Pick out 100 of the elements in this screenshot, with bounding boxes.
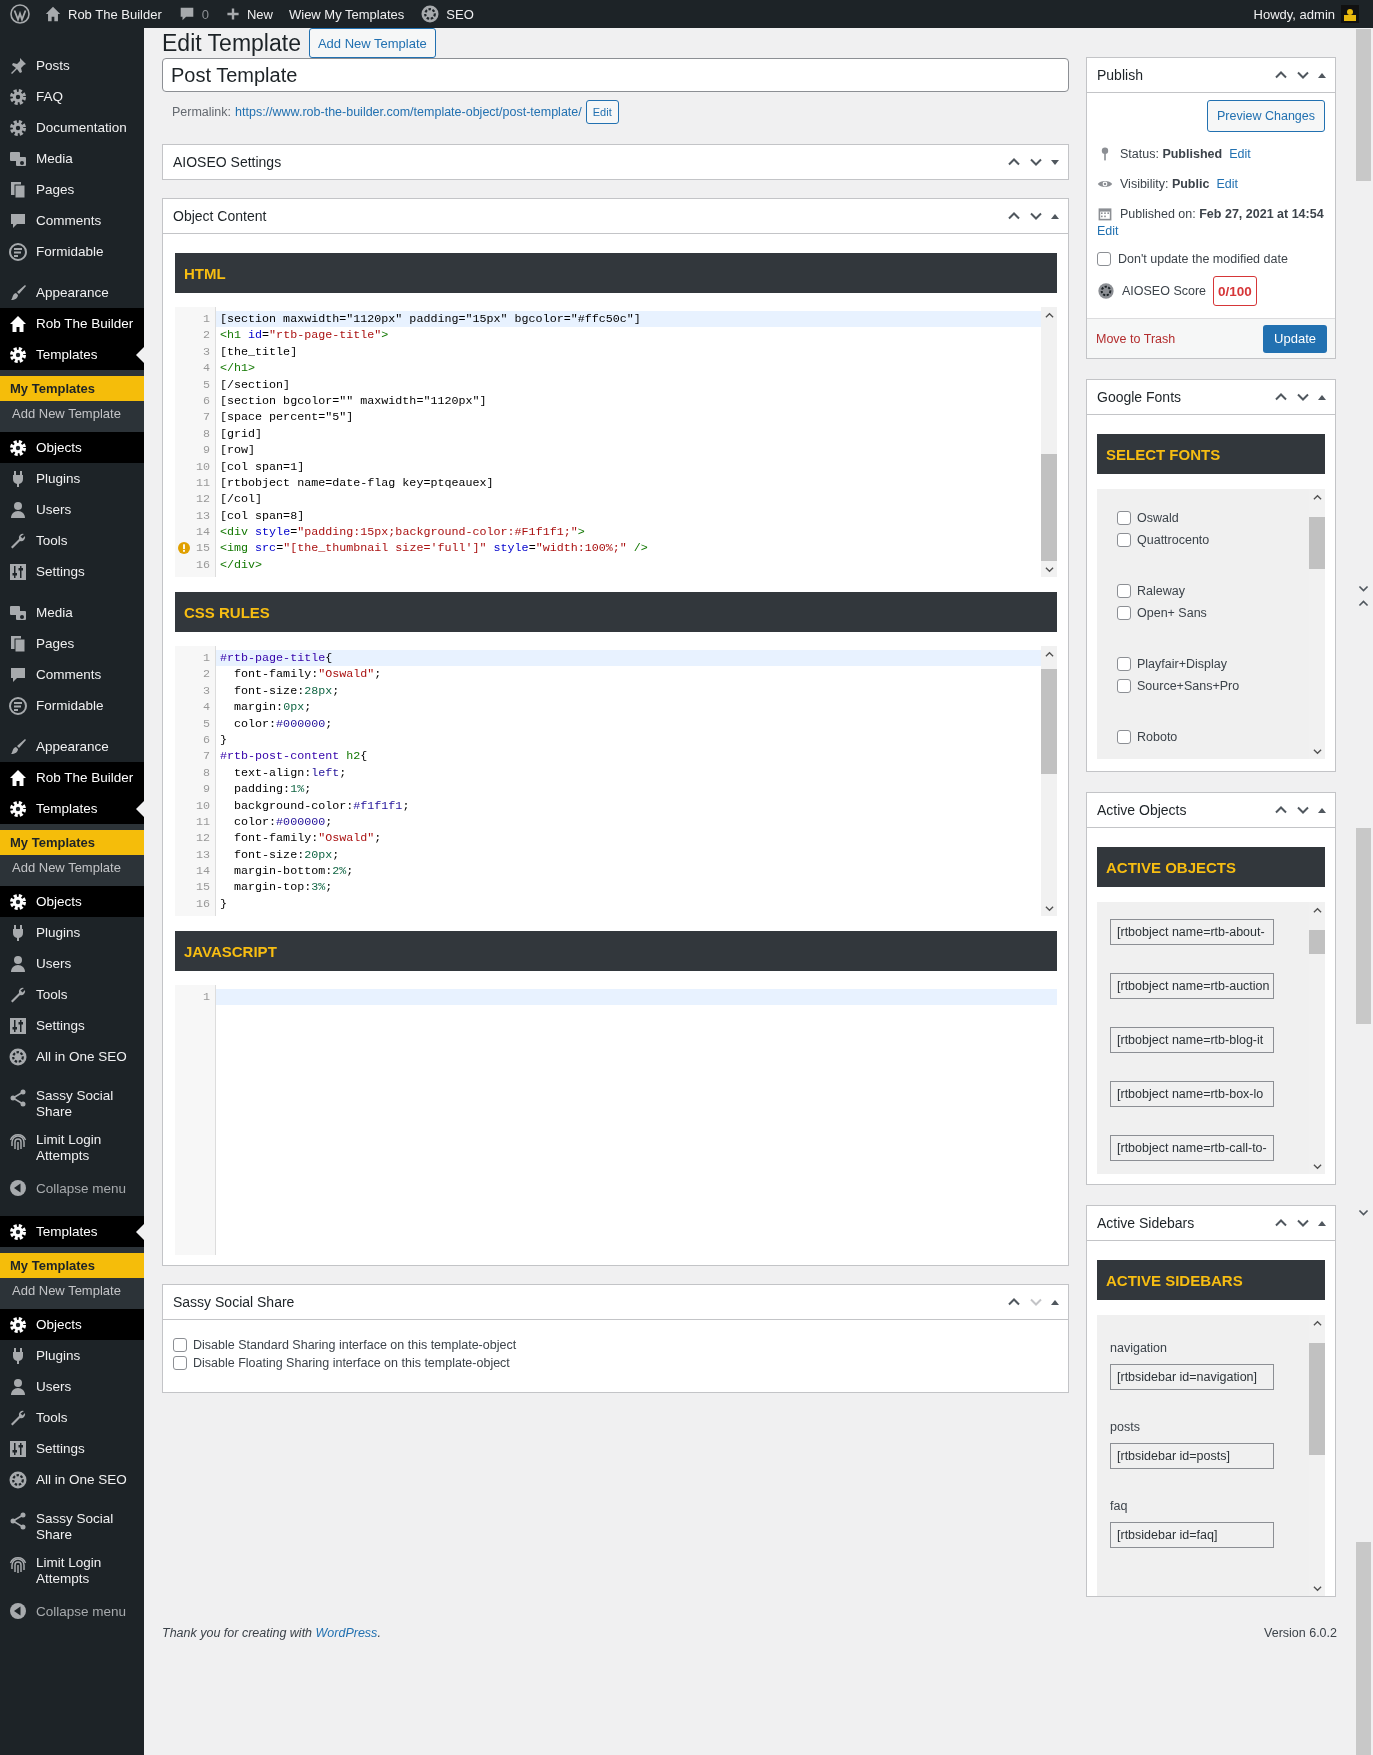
shortcode-field[interactable]: [rtbsidebar id=posts] xyxy=(1110,1443,1274,1469)
menu-item[interactable]: Settings xyxy=(0,556,144,587)
chevron-up-icon[interactable] xyxy=(1044,310,1054,320)
shortcode-field[interactable]: [rtbobject name=rtb-blog-it xyxy=(1110,1027,1274,1053)
box-title: Sassy Social Share xyxy=(173,1294,296,1310)
menu-item[interactable]: Plugins xyxy=(0,917,144,948)
seo-link[interactable]: SEO xyxy=(412,0,482,28)
logo-icon[interactable] xyxy=(10,4,30,24)
account-link[interactable]: Howdy, admin xyxy=(1245,0,1367,28)
menu-item[interactable]: Sassy Social Share xyxy=(0,1082,144,1126)
submenu-item[interactable]: My Templates xyxy=(0,376,144,401)
edit-link[interactable]: Edit xyxy=(1097,224,1119,238)
submenu-item[interactable]: My Templates xyxy=(0,830,144,855)
scrollbar-thumb[interactable] xyxy=(1041,669,1057,774)
scrollbar-thumb[interactable] xyxy=(1041,453,1057,561)
scrollbar-thumb[interactable] xyxy=(1356,29,1371,181)
checkbox[interactable] xyxy=(1117,533,1131,547)
site-link[interactable]: Rob The Builder xyxy=(36,0,170,28)
checkbox[interactable] xyxy=(1097,252,1111,266)
menu-item[interactable]: Formidable xyxy=(0,236,144,267)
menu-item[interactable]: Media xyxy=(0,597,144,628)
menu-item[interactable]: Sassy Social Share xyxy=(0,1505,144,1549)
scrollbar-thumb[interactable] xyxy=(1309,1343,1325,1456)
preview-changes-button[interactable]: Preview Changes xyxy=(1207,100,1325,132)
permalink-link[interactable]: https://www.rob-the-builder.com/template-object/post-template/ xyxy=(235,105,582,119)
menu-item[interactable]: Templates xyxy=(0,339,144,370)
add-new-button[interactable]: Add New Template xyxy=(308,28,436,58)
checkbox[interactable] xyxy=(1117,679,1131,693)
edit-button[interactable]: Edit xyxy=(585,100,619,124)
chevron-down-icon[interactable] xyxy=(1312,1583,1322,1593)
chevron-down-icon[interactable] xyxy=(1312,746,1322,756)
menu-item[interactable]: Rob The Builder xyxy=(0,762,144,793)
menu-item[interactable]: Objects xyxy=(0,886,144,917)
menu-item[interactable]: Documentation xyxy=(0,112,144,143)
menu-item[interactable]: Collapse menu xyxy=(0,1593,144,1629)
menu-item[interactable]: Limit Login Attempts xyxy=(0,1549,144,1593)
menu-item[interactable]: Settings xyxy=(0,1010,144,1041)
menu-item[interactable]: Appearance xyxy=(0,277,144,308)
menu-item[interactable]: Comments xyxy=(0,659,144,690)
menu-item[interactable]: Templates xyxy=(0,793,144,824)
shortcode-field[interactable]: [rtbobject name=rtb-box-lo xyxy=(1110,1081,1274,1107)
new-link[interactable]: New xyxy=(216,0,281,28)
chevron-down-icon[interactable] xyxy=(1044,903,1054,913)
menu-item[interactable]: Users xyxy=(0,494,144,525)
move-to-trash-link[interactable]: Move to Trash xyxy=(1096,331,1176,346)
chevron-down-icon[interactable] xyxy=(1044,564,1054,574)
scrollbar-thumb[interactable] xyxy=(1309,930,1325,954)
scrollbar-thumb[interactable] xyxy=(1309,516,1325,570)
menu-item[interactable]: Formidable xyxy=(0,690,144,721)
menu-item[interactable]: Plugins xyxy=(0,463,144,494)
edit-link[interactable]: Edit xyxy=(1229,147,1251,161)
checkbox[interactable] xyxy=(1117,511,1131,525)
checkbox[interactable] xyxy=(1117,606,1131,620)
menu-item[interactable]: All in One SEO xyxy=(0,1041,144,1072)
edit-link[interactable]: Edit xyxy=(1216,177,1238,191)
view-templates-link[interactable]: Wiew My Templates xyxy=(280,0,413,28)
checkbox[interactable] xyxy=(1117,730,1131,744)
comments-link[interactable]: 0 xyxy=(169,0,217,28)
menu-item[interactable]: Tools xyxy=(0,979,144,1010)
menu-item[interactable]: Tools xyxy=(0,1402,144,1433)
chevron-up-icon[interactable] xyxy=(1312,1318,1322,1328)
menu-item[interactable]: Appearance xyxy=(0,731,144,762)
checkbox[interactable] xyxy=(173,1356,187,1370)
chevron-up-icon[interactable] xyxy=(1044,649,1054,659)
gear-icon xyxy=(8,1046,28,1067)
menu-item[interactable]: Tools xyxy=(0,525,144,556)
checkbox[interactable] xyxy=(1117,657,1131,671)
menu-item[interactable]: Settings xyxy=(0,1433,144,1464)
menu-item[interactable]: Pages xyxy=(0,174,144,205)
shortcode-field[interactable]: [rtbobject name=rtb-auction xyxy=(1110,973,1274,999)
menu-item[interactable]: Collapse menu xyxy=(0,1170,144,1206)
menu-item[interactable]: Plugins xyxy=(0,1340,144,1371)
shortcode-field[interactable]: [rtbobject name=rtb-about- xyxy=(1110,919,1274,945)
menu-item[interactable]: FAQ xyxy=(0,81,144,112)
menu-item[interactable]: Users xyxy=(0,948,144,979)
checkbox[interactable] xyxy=(173,1338,187,1352)
shortcode-field[interactable]: [rtbsidebar id=faq] xyxy=(1110,1522,1274,1548)
menu-item[interactable]: Objects xyxy=(0,432,144,463)
scrollbar-thumb[interactable] xyxy=(1356,1542,1371,1755)
triangle-down-icon[interactable] xyxy=(1050,157,1060,167)
menu-item[interactable]: Rob The Builder xyxy=(0,308,144,339)
menu-item[interactable]: Objects xyxy=(0,1309,144,1340)
menu-item[interactable]: Templates xyxy=(0,1216,144,1247)
submenu-item[interactable]: My Templates xyxy=(0,1253,144,1278)
scrollbar-thumb[interactable] xyxy=(1356,828,1371,1024)
shortcode-field[interactable]: [rtbobject name=rtb-call-to- xyxy=(1110,1135,1274,1161)
menu-item[interactable]: Media xyxy=(0,143,144,174)
menu-item[interactable]: Comments xyxy=(0,205,144,236)
menu-item[interactable]: All in One SEO xyxy=(0,1464,144,1495)
menu-item[interactable]: Users xyxy=(0,1371,144,1402)
menu-item[interactable]: Pages xyxy=(0,628,144,659)
update-button[interactable]: Update xyxy=(1263,324,1327,353)
checkbox[interactable] xyxy=(1117,584,1131,598)
chevron-down-icon[interactable] xyxy=(1312,1161,1322,1171)
menu-item[interactable]: Limit Login Attempts xyxy=(0,1126,144,1170)
title-field[interactable]: Post Template xyxy=(162,58,1069,92)
chevron-up-icon[interactable] xyxy=(1312,905,1322,915)
menu-item[interactable]: Posts xyxy=(0,50,144,81)
shortcode-field[interactable]: [rtbsidebar id=navigation] xyxy=(1110,1364,1274,1390)
chevron-up-icon[interactable] xyxy=(1312,492,1322,502)
